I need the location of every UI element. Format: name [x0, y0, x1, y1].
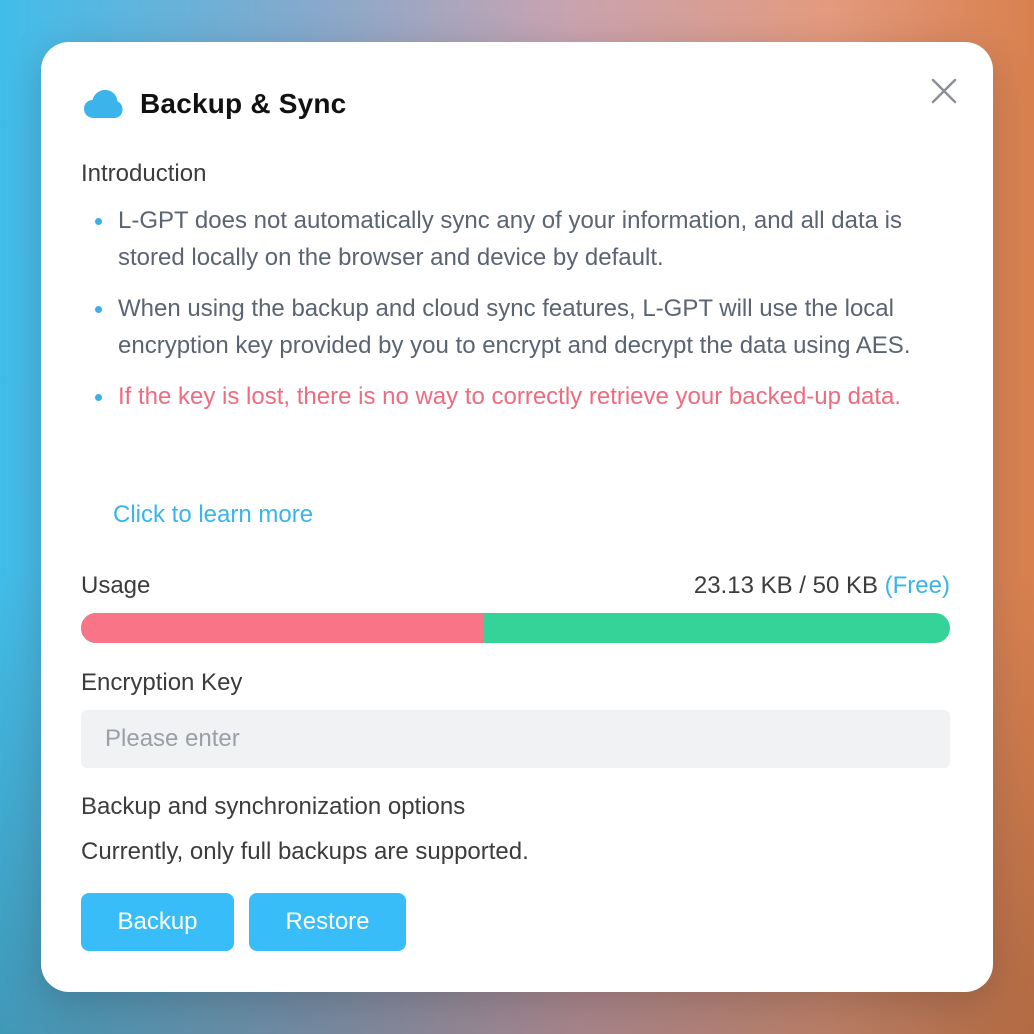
backup-sync-dialog: Backup & Sync Introduction L-GPT does no…: [41, 42, 993, 992]
dialog-header: Backup & Sync: [83, 88, 346, 120]
encryption-key-input[interactable]: [81, 710, 950, 768]
sync-options-description: Currently, only full backups are support…: [81, 838, 529, 865]
intro-bullet: L-GPT does not automatically sync any of…: [93, 202, 953, 276]
usage-label: Usage: [81, 572, 151, 599]
usage-progress-bar: [81, 613, 950, 643]
usage-progress-fill: [81, 613, 483, 643]
usage-row: Usage 23.13 KB / 50 KB (Free): [81, 572, 950, 600]
close-icon[interactable]: [931, 78, 957, 104]
sync-options-heading: Backup and synchronization options: [81, 793, 466, 820]
intro-warning-bullet: If the key is lost, there is no way to c…: [93, 378, 953, 415]
learn-more-link[interactable]: Click to learn more: [113, 501, 313, 529]
usage-value: 23.13 KB / 50 KB (Free): [694, 572, 950, 600]
backup-button[interactable]: Backup: [81, 893, 234, 951]
intro-bullet: When using the backup and cloud sync fea…: [93, 290, 953, 364]
encryption-key-label: Encryption Key: [81, 669, 243, 696]
introduction-list: L-GPT does not automatically sync any of…: [93, 202, 953, 429]
introduction-heading: Introduction: [81, 160, 207, 187]
restore-button[interactable]: Restore: [249, 893, 406, 951]
plan-badge: (Free): [884, 572, 950, 599]
dialog-title: Backup & Sync: [140, 88, 347, 119]
usage-amount: 23.13 KB / 50 KB: [693, 572, 878, 599]
cloud-icon: [84, 90, 123, 118]
